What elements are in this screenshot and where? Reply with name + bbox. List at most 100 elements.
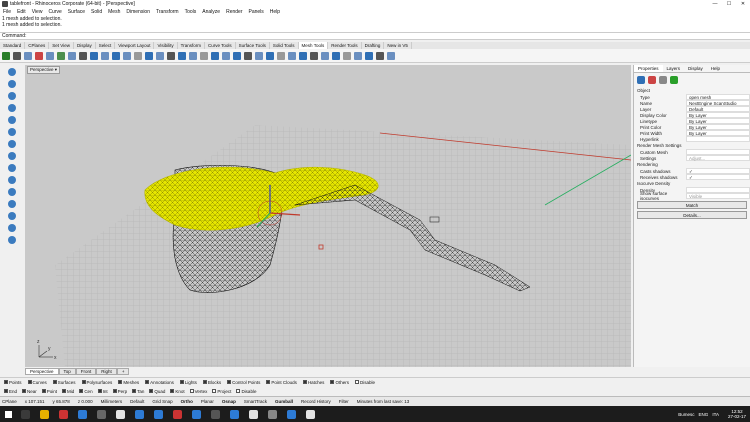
filter-meshes[interactable]: Meshes	[118, 380, 139, 385]
filter-points[interactable]: Points	[4, 380, 22, 385]
tab-select[interactable]: Select	[96, 42, 116, 49]
dimension-icon[interactable]	[8, 224, 16, 232]
locale-label[interactable]: ITA	[712, 412, 719, 417]
surface-icon[interactable]	[8, 164, 16, 172]
tab-standard[interactable]: Standard	[0, 42, 26, 49]
mesh-tool-icon[interactable]	[354, 51, 362, 60]
close-button[interactable]: ✕	[736, 1, 750, 7]
clock[interactable]: 12:52 27-02-17	[724, 409, 746, 419]
tab-front[interactable]: Front	[75, 368, 97, 375]
details-button[interactable]: Details...	[637, 211, 747, 219]
solid-icon[interactable]	[8, 176, 16, 184]
osnap-tan[interactable]: Tan	[132, 389, 144, 394]
menu-mesh[interactable]: Mesh	[105, 9, 123, 15]
task-view-icon[interactable]	[21, 409, 30, 419]
app-icon[interactable]	[78, 409, 87, 419]
osnap-end[interactable]: End	[4, 389, 17, 394]
tab-render-tools[interactable]: Render Tools	[328, 42, 362, 49]
circle-icon[interactable]	[8, 116, 16, 124]
osnap-project[interactable]: Project	[212, 389, 231, 394]
tab-mesh-tools[interactable]: Mesh Tools	[298, 42, 329, 49]
mesh-tool-icon[interactable]	[299, 51, 307, 60]
mesh-tool-icon[interactable]	[200, 51, 208, 60]
mesh-tool-icon[interactable]	[112, 51, 120, 60]
tab-surface-tools[interactable]: Surface Tools	[236, 42, 270, 49]
tab-perspective[interactable]: Perspective	[25, 368, 59, 375]
filter-lights[interactable]: Lights	[179, 380, 197, 385]
mesh-tool-icon[interactable]	[145, 51, 153, 60]
menu-dimension[interactable]: Dimension	[123, 9, 153, 15]
toggle-gumball[interactable]: Gumball	[275, 399, 293, 404]
adjust-button[interactable]: Adjust...	[686, 155, 750, 161]
filter-disable[interactable]: Disable	[354, 380, 375, 385]
tab-cplanes[interactable]: CPlanes	[25, 42, 50, 49]
menu-surface[interactable]: Surface	[65, 9, 88, 15]
mesh-tool-icon[interactable]	[90, 51, 98, 60]
tab-set-view[interactable]: Set View	[49, 42, 74, 49]
object-properties-icon[interactable]	[637, 76, 645, 84]
toggle-filter[interactable]: Filter	[339, 399, 349, 404]
viewport-title[interactable]: Perspective ▾	[27, 66, 61, 74]
add-viewport-button[interactable]: +	[116, 368, 130, 375]
checkmark-icon[interactable]	[2, 51, 10, 60]
osnap-int[interactable]: Int	[97, 389, 108, 394]
mesh-tool-icon[interactable]	[123, 51, 131, 60]
mesh-tool-icon[interactable]	[277, 51, 285, 60]
tab-visibility[interactable]: Visibility	[154, 42, 178, 49]
decal-icon[interactable]	[670, 76, 678, 84]
menu-view[interactable]: View	[29, 9, 46, 15]
language-label[interactable]: ENG	[699, 412, 709, 417]
tab-top[interactable]: Top	[58, 368, 76, 375]
toggle-grid-snap[interactable]: Grid Snap	[152, 399, 172, 404]
rectangle-icon[interactable]	[8, 140, 16, 148]
tab-curve-tools[interactable]: Curve Tools	[205, 42, 236, 49]
osnap-mid[interactable]: Mid	[62, 389, 74, 394]
menu-file[interactable]: File	[0, 9, 14, 15]
menu-render[interactable]: Render	[223, 9, 245, 15]
mesh-tool-icon[interactable]	[387, 51, 395, 60]
mesh-icon[interactable]	[8, 188, 16, 196]
tab-drafting[interactable]: Drafting	[362, 42, 385, 49]
app-icon[interactable]	[230, 409, 239, 419]
mesh-tool-icon[interactable]	[211, 51, 219, 60]
app-icon[interactable]	[268, 409, 277, 419]
tab-display[interactable]: Display	[684, 65, 707, 72]
toggle-ortho[interactable]: Ortho	[181, 399, 193, 404]
filter-point-clouds[interactable]: Point Clouds	[266, 380, 297, 385]
command-line[interactable]: Command:	[0, 32, 750, 40]
filter-annotations[interactable]: Annotations	[145, 380, 174, 385]
mesh-tool-icon[interactable]	[343, 51, 351, 60]
app-icon[interactable]	[154, 409, 163, 419]
match-button[interactable]: Match	[637, 201, 747, 209]
mesh-tool-icon[interactable]	[332, 51, 340, 60]
mesh-tool-icon[interactable]	[288, 51, 296, 60]
app-icon[interactable]	[306, 409, 315, 419]
mesh-tool-icon[interactable]	[266, 51, 274, 60]
menu-transform[interactable]: Transform	[153, 9, 182, 15]
mesh-tool-icon[interactable]	[68, 51, 76, 60]
osnap-cen[interactable]: Cen	[79, 389, 93, 394]
select-icon[interactable]	[8, 68, 16, 76]
analyze-icon[interactable]	[8, 212, 16, 220]
mesh-tool-icon[interactable]	[101, 51, 109, 60]
tab-transform[interactable]: Transform	[178, 42, 205, 49]
filter-others[interactable]: Others	[330, 380, 349, 385]
filter-hatches[interactable]: Hatches	[302, 380, 324, 385]
mesh-tool-icon[interactable]	[57, 51, 65, 60]
mesh-tool-icon[interactable]	[233, 51, 241, 60]
tab-help[interactable]: Help	[707, 65, 724, 72]
filter-polysurfaces[interactable]: Polysurfaces	[81, 380, 112, 385]
toggle-planar[interactable]: Planar	[201, 399, 214, 404]
menu-help[interactable]: Help	[267, 9, 283, 15]
mesh-tool-icon[interactable]	[46, 51, 54, 60]
polyline-icon[interactable]	[8, 92, 16, 100]
toggle-record-history[interactable]: Record History	[301, 399, 331, 404]
mesh-tool-icon[interactable]	[244, 51, 252, 60]
app-icon[interactable]	[59, 409, 68, 419]
app-icon[interactable]	[287, 409, 296, 419]
app-icon[interactable]	[192, 409, 201, 419]
polygon-icon[interactable]	[8, 152, 16, 160]
mesh-tool-icon[interactable]	[24, 51, 32, 60]
filter-control-points[interactable]: Control Points	[227, 380, 260, 385]
osnap-vertex[interactable]: Vertex	[189, 389, 207, 394]
